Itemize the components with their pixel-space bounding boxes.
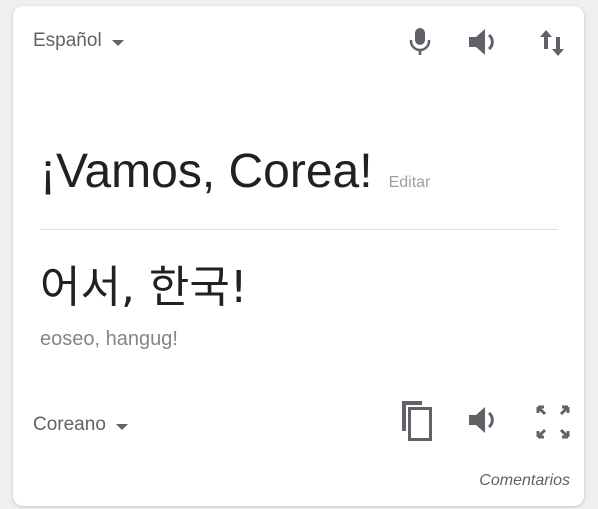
copy-icon — [402, 401, 432, 441]
speaker-icon — [469, 407, 494, 433]
microphone-icon — [409, 28, 431, 55]
swap-languages-button[interactable] — [535, 24, 569, 62]
fullscreen-button[interactable] — [533, 402, 573, 442]
translated-text: 어서, 한국! — [40, 262, 248, 313]
speak-translation-button[interactable] — [465, 402, 505, 438]
chevron-down-icon — [115, 423, 128, 430]
swap-languages-icon — [540, 30, 564, 56]
divider — [40, 229, 558, 230]
copy-button[interactable] — [397, 398, 435, 444]
romanization-text: eoseo, hangug! — [40, 328, 178, 350]
fullscreen-icon — [536, 405, 570, 439]
microphone-button[interactable] — [405, 24, 435, 60]
source-text[interactable]: ¡Vamos, Corea! — [40, 144, 373, 199]
target-language-label: Coreano — [33, 414, 106, 435]
speaker-icon — [469, 29, 494, 55]
translate-card: Español ¡Vamos, Corea! Editar 어서, 한국! eo… — [13, 6, 584, 506]
source-language-select[interactable]: Español — [33, 30, 124, 52]
target-language-select[interactable]: Coreano — [33, 414, 128, 436]
edit-link[interactable]: Editar — [389, 174, 431, 192]
speak-source-button[interactable] — [465, 24, 505, 60]
chevron-down-icon — [111, 39, 124, 46]
feedback-link[interactable]: Comentarios — [479, 472, 570, 490]
source-language-label: Español — [33, 30, 102, 51]
source-text-row: ¡Vamos, Corea! Editar — [40, 144, 430, 199]
